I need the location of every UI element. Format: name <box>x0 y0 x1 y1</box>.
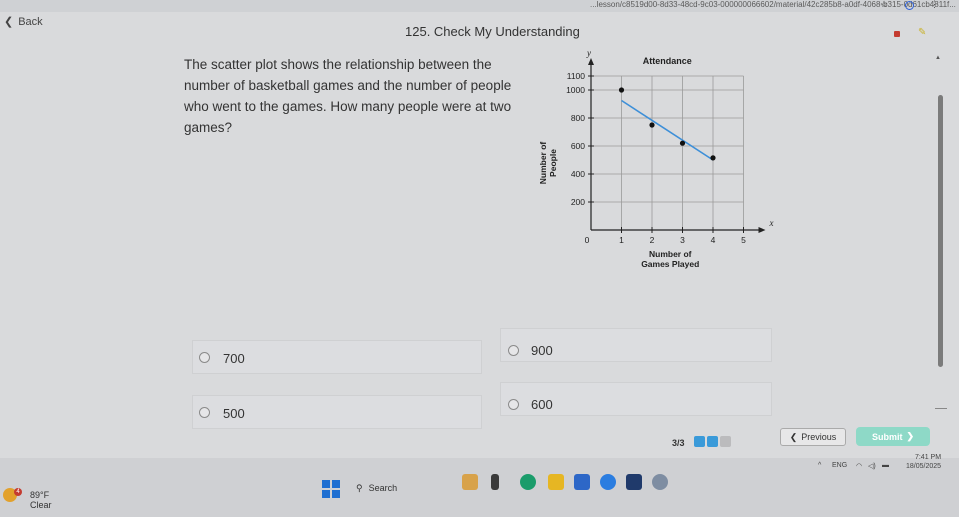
taskbar-search[interactable]: ⚲ Search <box>350 478 460 498</box>
x-axis-label: Games Played <box>641 259 699 269</box>
previous-button[interactable]: ❮ Previous <box>780 428 846 446</box>
scrollbar[interactable] <box>938 95 943 367</box>
x-tick-label: 5 <box>741 235 746 245</box>
tray-chevron-icon[interactable]: ^ <box>818 462 821 469</box>
choice-700[interactable]: 700 <box>192 340 482 374</box>
volume-icon[interactable]: ◁) <box>868 462 876 470</box>
submit-label: Submit <box>871 431 903 442</box>
more-menu-icon[interactable]: ⋮ <box>930 0 939 10</box>
data-point <box>649 122 655 128</box>
chevron-left-icon: ❮ <box>4 16 14 28</box>
data-point <box>710 155 716 161</box>
x-tick-label: 2 <box>650 235 655 245</box>
y-tick-label: 1000 <box>566 85 585 95</box>
page-title: 125. Check My Understanding <box>405 24 580 39</box>
progress-check-2[interactable] <box>707 436 718 447</box>
search-icon: ⚲ <box>356 482 363 493</box>
task-view-icon[interactable] <box>491 474 499 490</box>
data-point <box>618 87 625 93</box>
data-point <box>679 140 686 146</box>
scatter-chart: 200 400 600 800 1000 1100 0 1 2 3 4 5 y x Attendance Nu… <box>538 48 774 269</box>
clock-date: 18/05/2025 <box>906 463 942 470</box>
weather-condition: Clear <box>30 500 52 510</box>
store-icon[interactable] <box>626 474 642 490</box>
battery-icon[interactable]: ▬ <box>882 462 889 469</box>
choice-900[interactable]: 900 <box>500 328 772 362</box>
choice-label: 500 <box>223 406 245 421</box>
url-text[interactable]: ...lesson/c8519d00-8d33-48cd-9c03-000000… <box>590 0 956 9</box>
back-button[interactable]: ❮ Back <box>4 15 43 29</box>
progress-counter: 3/3 <box>672 438 685 448</box>
language-indicator[interactable]: ENG <box>832 462 847 469</box>
radio-900[interactable] <box>508 345 519 356</box>
y-axis-label: Number of <box>538 142 548 185</box>
x-axis-letter: x <box>769 218 774 228</box>
submit-button[interactable]: Submit ❯ <box>856 427 930 446</box>
divider <box>935 408 947 409</box>
edge-icon[interactable] <box>520 474 536 490</box>
weather-temp: 89°F <box>30 490 50 500</box>
widgets-icon[interactable] <box>462 474 478 490</box>
y-tick-label: 800 <box>571 113 585 123</box>
trend-line <box>621 99 714 161</box>
y-axis-letter: y <box>586 48 591 58</box>
choice-label: 900 <box>531 343 553 358</box>
outlook-icon[interactable] <box>574 474 590 490</box>
choice-600[interactable]: 600 <box>500 382 772 416</box>
taskbar-clock[interactable]: 7:41 PM 18/05/2025 <box>906 453 941 471</box>
taskbar <box>0 458 959 517</box>
settings-icon[interactable] <box>652 474 668 490</box>
back-label: Back <box>18 15 43 28</box>
y-tick-label: 600 <box>571 141 585 151</box>
y-axis-arrow <box>588 58 594 65</box>
y-axis-label: People <box>548 149 558 177</box>
chrome-icon[interactable] <box>600 474 616 490</box>
choice-label: 700 <box>223 351 245 366</box>
clock-time: 7:41 PM <box>914 454 942 461</box>
y-tick-label: 1100 <box>567 71 586 81</box>
chart-title: Attendance <box>643 56 692 66</box>
x-tick-label: 0 <box>585 235 590 245</box>
y-tick-label: 200 <box>571 197 585 207</box>
pencil-icon[interactable]: ✎ <box>918 27 926 38</box>
question-text: The scatter plot shows the relationship … <box>184 57 512 135</box>
flag-icon[interactable] <box>894 31 900 37</box>
weather-widget[interactable]: 89°F Clear <box>30 490 52 510</box>
choice-500[interactable]: 500 <box>192 395 482 429</box>
weather-badge: 4 <box>14 488 22 496</box>
radio-600[interactable] <box>508 399 519 410</box>
x-tick-label: 3 <box>680 235 685 245</box>
progress-check-1[interactable] <box>694 436 705 447</box>
progress-check-3[interactable] <box>720 436 731 447</box>
x-axis-arrow <box>758 227 766 233</box>
chevron-left-icon: ❮ <box>789 431 798 442</box>
y-tick-label: 400 <box>571 169 585 179</box>
radio-500[interactable] <box>199 407 210 418</box>
x-axis-label: Number of <box>649 249 692 259</box>
x-tick-label: 1 <box>619 235 624 245</box>
bookmark-star-icon[interactable]: ☆ <box>880 0 888 10</box>
search-label: Search <box>368 483 398 493</box>
browser-address-bar[interactable]: ...lesson/c8519d00-8d33-48cd-9c03-000000… <box>0 0 959 12</box>
previous-label: Previous <box>801 432 837 442</box>
radio-700[interactable] <box>199 352 210 363</box>
choice-label: 600 <box>531 397 553 412</box>
profile-icon[interactable] <box>905 1 914 10</box>
wifi-icon[interactable]: ◠ <box>856 462 862 470</box>
chevron-right-icon: ❯ <box>906 431 915 441</box>
windows-start-icon[interactable] <box>322 480 340 498</box>
file-explorer-icon[interactable] <box>548 474 564 490</box>
scroll-up-icon[interactable]: ▲ <box>935 55 941 61</box>
x-tick-label: 4 <box>711 235 716 245</box>
